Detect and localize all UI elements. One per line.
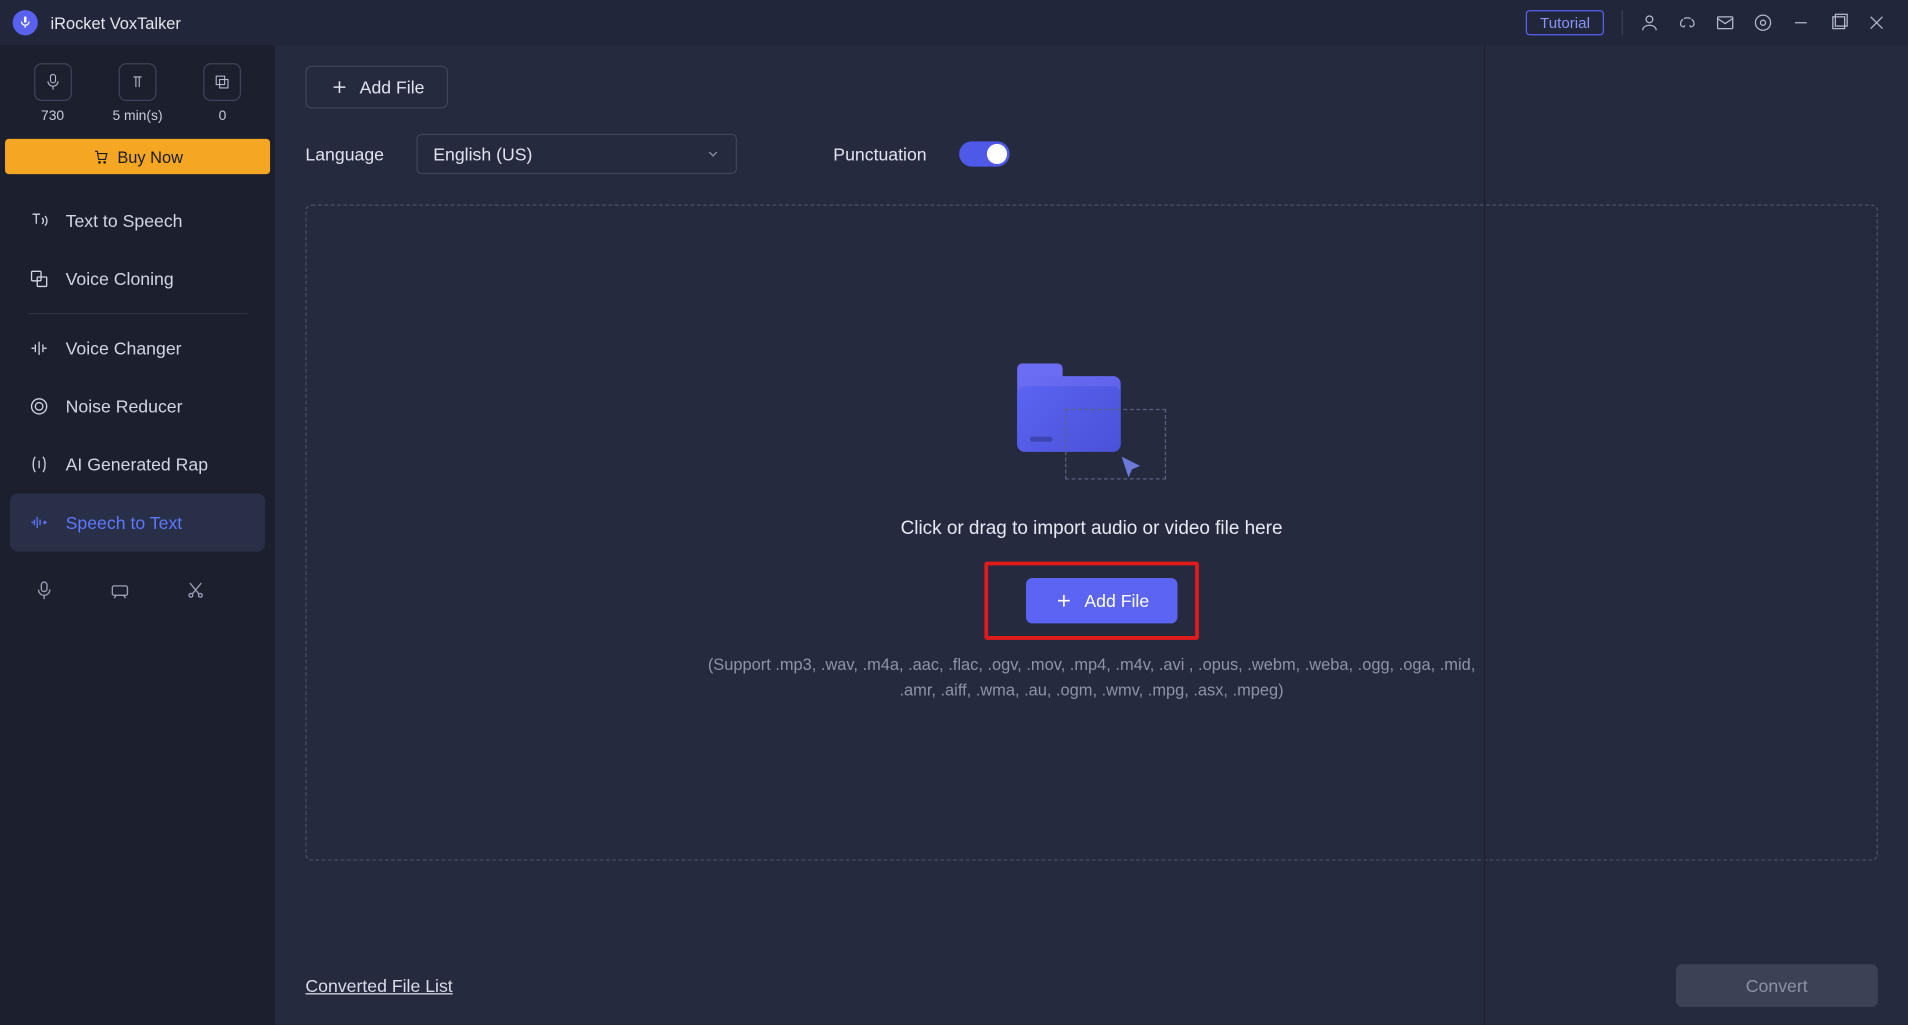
mic-tool-icon[interactable]	[33, 579, 56, 608]
sidebar-item-label: Text to Speech	[66, 211, 183, 231]
language-value: English (US)	[433, 144, 532, 164]
credit-minutes[interactable]: 5 min(s)	[100, 63, 176, 124]
cut-tool-icon[interactable]	[184, 579, 207, 608]
titlebar: iRocket VoxTalker Tutorial	[0, 0, 1908, 45]
convert-button[interactable]: Convert	[1676, 964, 1878, 1007]
speech-to-text-icon	[28, 511, 51, 534]
close-icon[interactable]	[1858, 4, 1896, 42]
folder-illustration-icon	[1010, 363, 1174, 489]
chevron-down-icon	[706, 146, 721, 161]
language-select[interactable]: English (US)	[417, 134, 738, 174]
dropzone[interactable]: Click or drag to import audio or video f…	[305, 204, 1877, 860]
sidebar-item-ai-generated-rap[interactable]: AI Generated Rap	[10, 435, 265, 493]
add-file-label: Add File	[360, 77, 425, 97]
add-file-label: Add File	[1084, 591, 1149, 611]
main-panel: Add File Language English (US) Punctuati…	[275, 45, 1908, 1025]
sidebar-item-speech-to-text[interactable]: Speech to Text	[10, 493, 265, 551]
credits-row: 730 5 min(s) 0	[0, 45, 275, 131]
bottom-tools	[0, 567, 275, 621]
plus-icon	[1054, 591, 1074, 611]
copy-credit-icon	[212, 72, 232, 92]
supported-formats-text: (Support .mp3, .wav, .m4a, .aac, .flac, …	[688, 652, 1496, 701]
add-file-button-center[interactable]: Add File	[1026, 578, 1177, 623]
credit-characters-value: 730	[15, 109, 91, 124]
credit-clones-value: 0	[185, 109, 261, 124]
app-title: iRocket VoxTalker	[50, 13, 180, 32]
noise-reducer-icon	[28, 395, 51, 418]
credit-clones[interactable]: 0	[185, 63, 261, 124]
sidebar-item-voice-cloning[interactable]: Voice Cloning	[10, 250, 265, 308]
language-label: Language	[305, 144, 384, 164]
highlight-frame: Add File	[985, 562, 1199, 640]
app-logo-icon	[13, 10, 38, 35]
minimize-icon[interactable]	[1782, 4, 1820, 42]
ai-rap-icon	[28, 453, 51, 476]
mail-icon[interactable]	[1706, 4, 1744, 42]
account-icon[interactable]	[1630, 4, 1668, 42]
sidebar-item-voice-changer[interactable]: Voice Changer	[10, 319, 265, 377]
mic-credit-icon	[42, 72, 62, 92]
sidebar-item-text-to-speech[interactable]: Text to Speech	[10, 192, 265, 250]
nav-divider	[28, 313, 248, 314]
settings-icon[interactable]	[1744, 4, 1782, 42]
dropzone-hint: Click or drag to import audio or video f…	[688, 517, 1496, 538]
tutorial-button[interactable]: Tutorial	[1526, 10, 1604, 35]
cart-icon	[92, 148, 110, 166]
punctuation-label: Punctuation	[833, 144, 926, 164]
voice-cloning-icon	[28, 268, 51, 291]
text-to-speech-icon	[28, 209, 51, 232]
add-file-button-top[interactable]: Add File	[305, 66, 448, 109]
loop-tool-icon[interactable]	[109, 579, 132, 608]
discord-icon[interactable]	[1668, 4, 1706, 42]
converted-file-list-link[interactable]: Converted File List	[305, 976, 452, 996]
voice-changer-icon	[28, 337, 51, 360]
sidebar: 730 5 min(s) 0 Buy Now Text to Speec	[0, 45, 275, 1025]
sidebar-item-noise-reducer[interactable]: Noise Reducer	[10, 377, 265, 435]
plus-icon	[329, 77, 349, 97]
buy-now-button[interactable]: Buy Now	[5, 139, 270, 174]
sidebar-item-label: AI Generated Rap	[66, 454, 208, 474]
text-credit-icon	[127, 72, 147, 92]
titlebar-divider	[1622, 10, 1623, 35]
buy-now-label: Buy Now	[117, 147, 183, 166]
maximize-icon[interactable]	[1820, 4, 1858, 42]
credit-minutes-value: 5 min(s)	[100, 109, 176, 124]
sidebar-item-label: Voice Cloning	[66, 269, 174, 289]
sidebar-item-label: Speech to Text	[66, 512, 183, 532]
sidebar-item-label: Noise Reducer	[66, 396, 183, 416]
punctuation-toggle[interactable]	[959, 141, 1009, 166]
credit-characters[interactable]: 730	[15, 63, 91, 124]
sidebar-item-label: Voice Changer	[66, 338, 182, 358]
nav: Text to Speech Voice Cloning Voice Chang…	[0, 192, 275, 552]
